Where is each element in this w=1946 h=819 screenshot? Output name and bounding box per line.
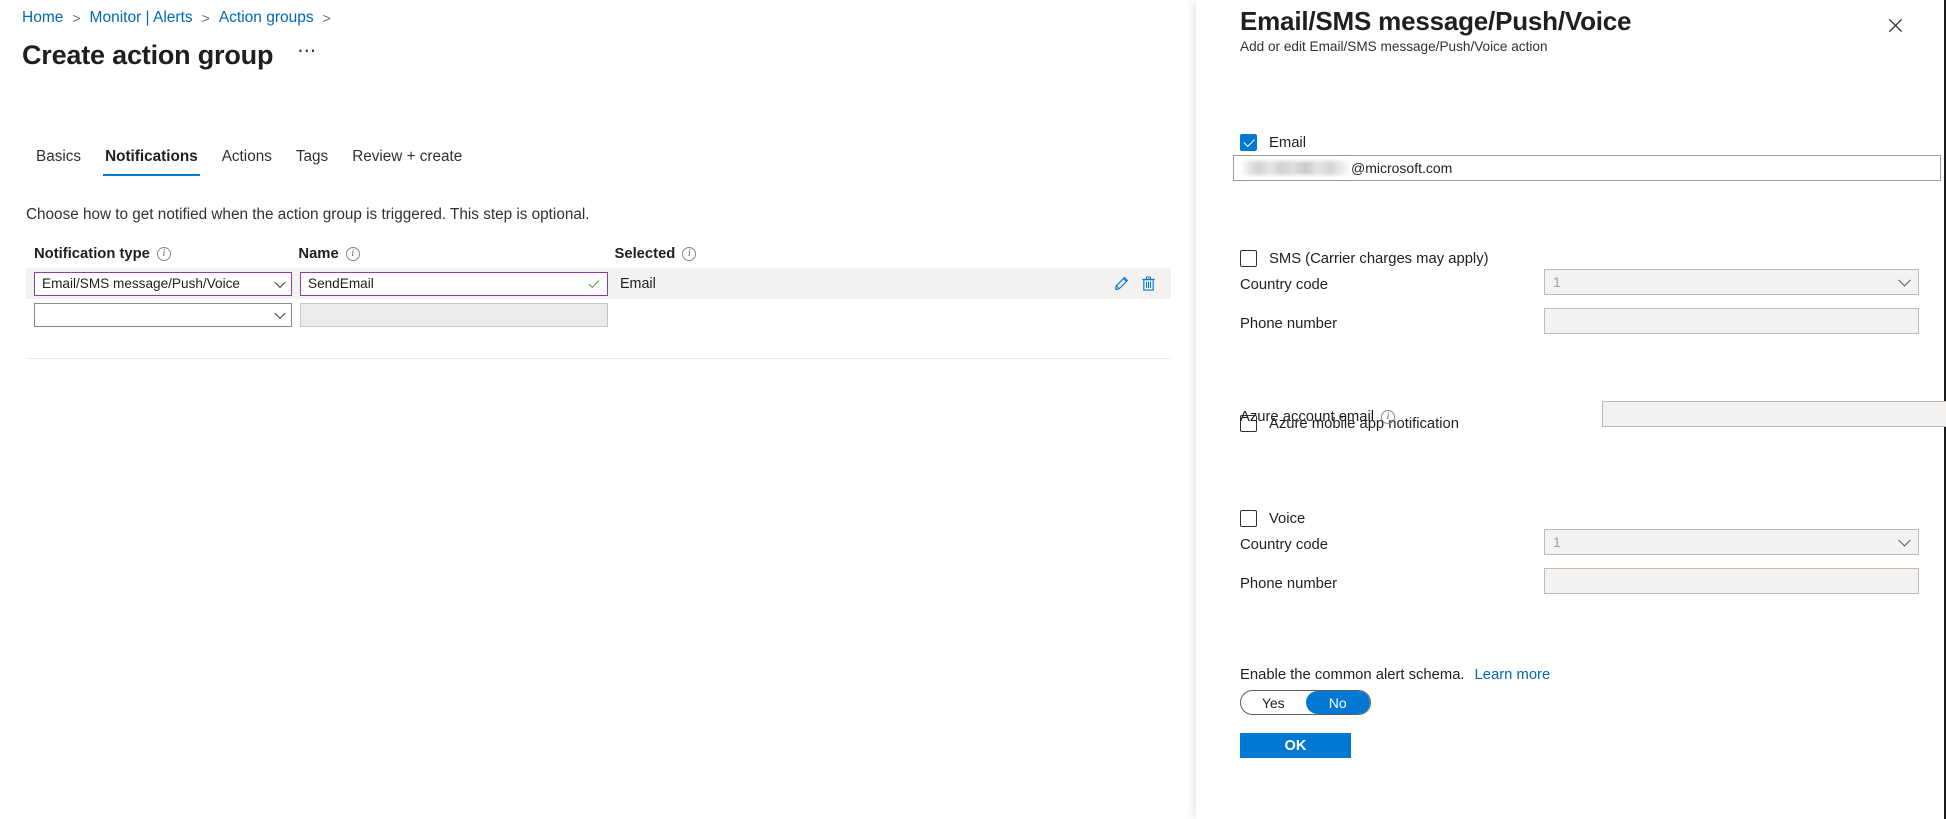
column-header-name-label: Name — [298, 246, 339, 262]
common-alert-schema-toggle[interactable]: Yes No — [1240, 690, 1371, 715]
sms-checkbox-row[interactable]: SMS (Carrier charges may apply) — [1240, 250, 1489, 267]
tab-basics[interactable]: Basics — [24, 147, 93, 176]
azure-account-email-label-text: Azure account email — [1240, 409, 1375, 425]
notification-type-select[interactable]: Email/SMS message/Push/Voice — [34, 271, 292, 296]
notification-name-input-value: SendEmail — [308, 276, 374, 291]
column-header-selected-label: Selected — [614, 246, 676, 262]
breadcrumb: Home > Monitor | Alerts > Action groups … — [22, 8, 340, 28]
info-icon[interactable]: i — [682, 247, 697, 261]
email-input[interactable]: @microsoft.com — [1233, 155, 1941, 181]
notifications-table: Notification type i Name i Selected i Em… — [26, 240, 1171, 330]
common-alert-schema-text: Enable the common alert schema. — [1240, 667, 1465, 683]
sms-checkbox[interactable] — [1240, 250, 1257, 267]
breadcrumb-separator: > — [322, 10, 331, 26]
voice-country-code-label: Country code — [1240, 537, 1329, 553]
sms-country-code-select: 1 — [1544, 269, 1919, 295]
edit-icon[interactable] — [1113, 275, 1130, 292]
breadcrumb-item-action-groups[interactable]: Action groups — [219, 8, 314, 28]
sms-country-code-label: Country code — [1240, 277, 1329, 293]
table-row — [26, 299, 1171, 330]
breadcrumb-separator: > — [72, 10, 81, 26]
voice-checkbox-row[interactable]: Voice — [1240, 510, 1305, 527]
main-content-pane: Home > Monitor | Alerts > Action groups … — [0, 0, 1196, 819]
email-checkbox-row[interactable]: Email — [1240, 134, 1306, 151]
table-header-row: Notification type i Name i Selected i — [26, 240, 1171, 268]
step-description: Choose how to get notified when the acti… — [26, 206, 590, 223]
column-header-notification-type: Notification type i — [34, 246, 290, 262]
chevron-down-icon — [274, 276, 286, 288]
more-options-icon[interactable]: ⋯ — [297, 42, 317, 68]
sms-phone-label: Phone number — [1240, 316, 1338, 332]
table-bottom-divider — [26, 358, 1171, 359]
tab-review-create[interactable]: Review + create — [340, 147, 474, 176]
azure-account-email-label: Azure account email i — [1240, 409, 1396, 425]
info-icon[interactable]: i — [345, 247, 360, 261]
toggle-option-no[interactable]: No — [1305, 691, 1370, 714]
voice-country-code-value: 1 — [1553, 534, 1561, 550]
delete-icon[interactable] — [1140, 275, 1157, 292]
page-title-row: Create action group ⋯ — [22, 38, 317, 72]
tab-notifications[interactable]: Notifications — [93, 147, 210, 176]
column-header-selected: Selected i — [614, 246, 1171, 262]
tab-tags[interactable]: Tags — [284, 147, 340, 176]
sms-checkbox-label: SMS (Carrier charges may apply) — [1269, 250, 1489, 267]
breadcrumb-item-home[interactable]: Home — [22, 8, 63, 28]
voice-checkbox[interactable] — [1240, 510, 1257, 527]
row-actions — [1113, 275, 1171, 292]
chevron-down-icon — [1898, 273, 1911, 287]
breadcrumb-separator: > — [201, 10, 210, 26]
redacted-email-local-part — [1242, 161, 1350, 175]
toggle-option-yes[interactable]: Yes — [1241, 691, 1306, 714]
notification-name-input[interactable]: SendEmail — [300, 271, 608, 296]
info-icon[interactable]: i — [1381, 410, 1396, 424]
notification-type-select-empty[interactable] — [34, 302, 292, 327]
column-header-name: Name i — [298, 246, 604, 262]
ok-button[interactable]: OK — [1240, 733, 1351, 758]
valid-check-icon — [588, 276, 600, 288]
chevron-down-icon — [274, 307, 286, 319]
voice-country-code-select: 1 — [1544, 529, 1919, 555]
flyout-title: Email/SMS message/Push/Voice — [1240, 6, 1632, 36]
learn-more-link[interactable]: Learn more — [1475, 667, 1551, 683]
notification-type-select-value: Email/SMS message/Push/Voice — [42, 276, 240, 291]
wizard-tabs: Basics Notifications Actions Tags Review… — [24, 144, 474, 176]
voice-checkbox-label: Voice — [1269, 510, 1306, 527]
email-checkbox-label: Email — [1269, 134, 1306, 151]
email-input-value: @microsoft.com — [1351, 160, 1453, 176]
sms-country-code-value: 1 — [1553, 274, 1561, 290]
email-checkbox[interactable] — [1240, 134, 1257, 151]
table-row: Email/SMS message/Push/Voice SendEmail E… — [26, 268, 1171, 299]
page-title: Create action group — [22, 40, 274, 70]
app-root: Home > Monitor | Alerts > Action groups … — [0, 0, 1946, 819]
voice-phone-label: Phone number — [1240, 576, 1338, 592]
voice-phone-input — [1544, 568, 1919, 594]
common-alert-schema-row: Enable the common alert schema. Learn mo… — [1240, 667, 1550, 683]
flyout-subtitle: Add or edit Email/SMS message/Push/Voice… — [1240, 39, 1548, 54]
tab-actions[interactable]: Actions — [210, 147, 284, 176]
email-sms-push-voice-flyout: Email/SMS message/Push/Voice Add or edit… — [1196, 0, 1946, 819]
notification-name-input-empty — [300, 302, 608, 327]
breadcrumb-item-monitor-alerts[interactable]: Monitor | Alerts — [90, 8, 193, 28]
selected-value: Email — [620, 275, 656, 292]
column-header-notification-type-label: Notification type — [34, 246, 150, 262]
chevron-down-icon — [1898, 533, 1911, 547]
info-icon[interactable]: i — [156, 247, 171, 261]
azure-account-email-input — [1602, 401, 1946, 427]
close-icon[interactable] — [1882, 12, 1908, 38]
sms-phone-input — [1544, 308, 1919, 334]
